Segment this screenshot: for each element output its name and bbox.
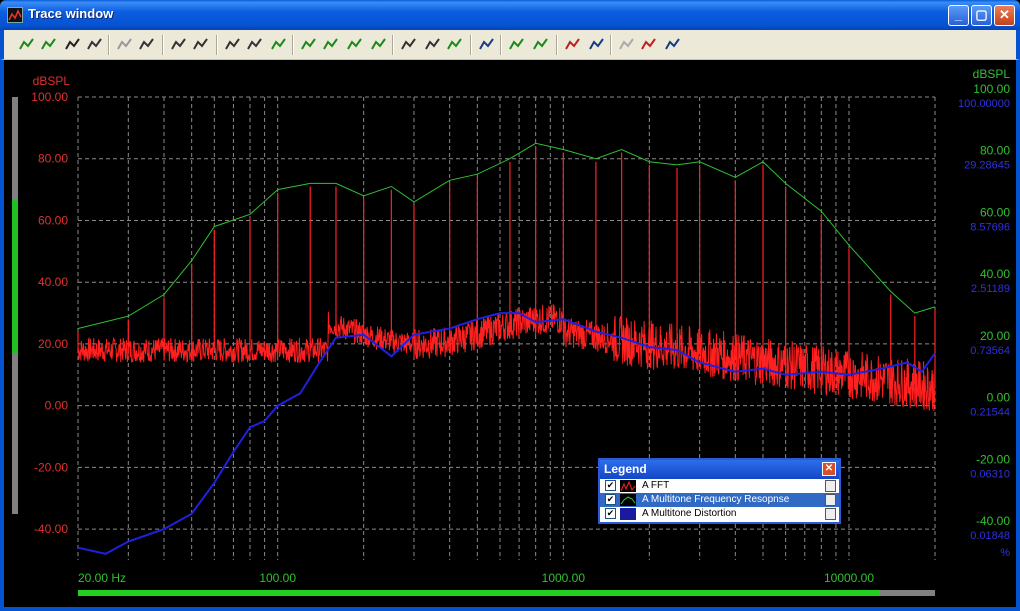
left-tick-label: 80.00 xyxy=(38,152,68,166)
right-tick-label-green: 80.00 xyxy=(980,144,1010,158)
x-tick-label: 10000.00 xyxy=(824,571,874,585)
left-tick-label: 60.00 xyxy=(38,213,68,227)
right-tick-label-blue: 0.01848 xyxy=(970,530,1010,542)
copy-icon[interactable] xyxy=(825,508,836,520)
copy-icon[interactable] xyxy=(825,494,836,506)
left-tick-label: -40.00 xyxy=(34,522,68,536)
legend-label-frequency-response: A Multitone Frequency Resopnse xyxy=(642,494,790,505)
right-tick-label-blue: 2.51189 xyxy=(971,283,1010,295)
left-tick-label: -20.00 xyxy=(34,460,68,474)
legend-label-fft: A FFT xyxy=(642,480,670,491)
x-tick-label: 20.00 Hz xyxy=(78,571,126,585)
right-tick-label-blue: 100.00000 xyxy=(958,98,1010,110)
right-tick-label-green: 100.00 xyxy=(973,82,1010,96)
fft-trace xyxy=(77,304,936,411)
legend-item-distortion[interactable]: ✔ A Multitone Distortion xyxy=(600,507,839,521)
legend-title: Legend xyxy=(600,460,839,479)
x-tick-label: 100.00 xyxy=(259,571,296,585)
left-axis-unit: dBSPL xyxy=(33,74,71,88)
right-tick-label-blue: 0.73564 xyxy=(970,345,1010,357)
distortion-checkbox[interactable]: ✔ xyxy=(605,508,616,519)
trace-chart[interactable]: dBSPL dBSPL100.0080.0060.0040.0020.000.00… xyxy=(0,0,1020,611)
distortion-trace-icon xyxy=(620,508,636,520)
right-tick-label-green: 40.00 xyxy=(980,267,1010,281)
right-axis-unit: dBSPL xyxy=(973,67,1011,81)
legend-label-distortion: A Multitone Distortion xyxy=(642,508,737,519)
right-tick-label-blue: 29.28645 xyxy=(964,160,1010,172)
right-tick-label-blue: 0.21544 xyxy=(970,407,1010,419)
left-tick-label: 20.00 xyxy=(38,337,68,351)
right-tick-label-green: 0.00 xyxy=(987,391,1011,405)
right-tick-label-green: -40.00 xyxy=(976,514,1010,528)
x-tick-label: 1000.00 xyxy=(542,571,586,585)
frequency-response-trace xyxy=(77,142,936,329)
left-tick-label: 0.00 xyxy=(45,399,69,413)
legend-window[interactable]: Legend ✕ ✔ A FFT ✔ A Multitone Frequency… xyxy=(598,458,841,524)
legend-item-frequency-response[interactable]: ✔ A Multitone Frequency Resopnse xyxy=(600,493,839,507)
frequency-response-trace-icon xyxy=(620,494,636,506)
right-tick-label-green: 60.00 xyxy=(980,205,1010,219)
fft-checkbox[interactable]: ✔ xyxy=(605,480,616,491)
right-tick-label-blue: 0.06310 xyxy=(970,468,1010,480)
left-tick-label: 40.00 xyxy=(38,275,68,289)
legend-close-button[interactable]: ✕ xyxy=(822,462,836,476)
copy-icon[interactable] xyxy=(825,480,836,492)
right-axis-percent-unit: % xyxy=(1000,547,1010,559)
frequency-response-checkbox[interactable]: ✔ xyxy=(605,494,616,505)
right-tick-label-green: -20.00 xyxy=(976,452,1010,466)
right-tick-label-green: 20.00 xyxy=(980,329,1010,343)
right-tick-label-blue: 8.57696 xyxy=(970,221,1010,233)
left-tick-label: 100.00 xyxy=(31,90,68,104)
fft-trace-icon xyxy=(620,480,636,492)
legend-item-fft[interactable]: ✔ A FFT xyxy=(600,479,839,493)
